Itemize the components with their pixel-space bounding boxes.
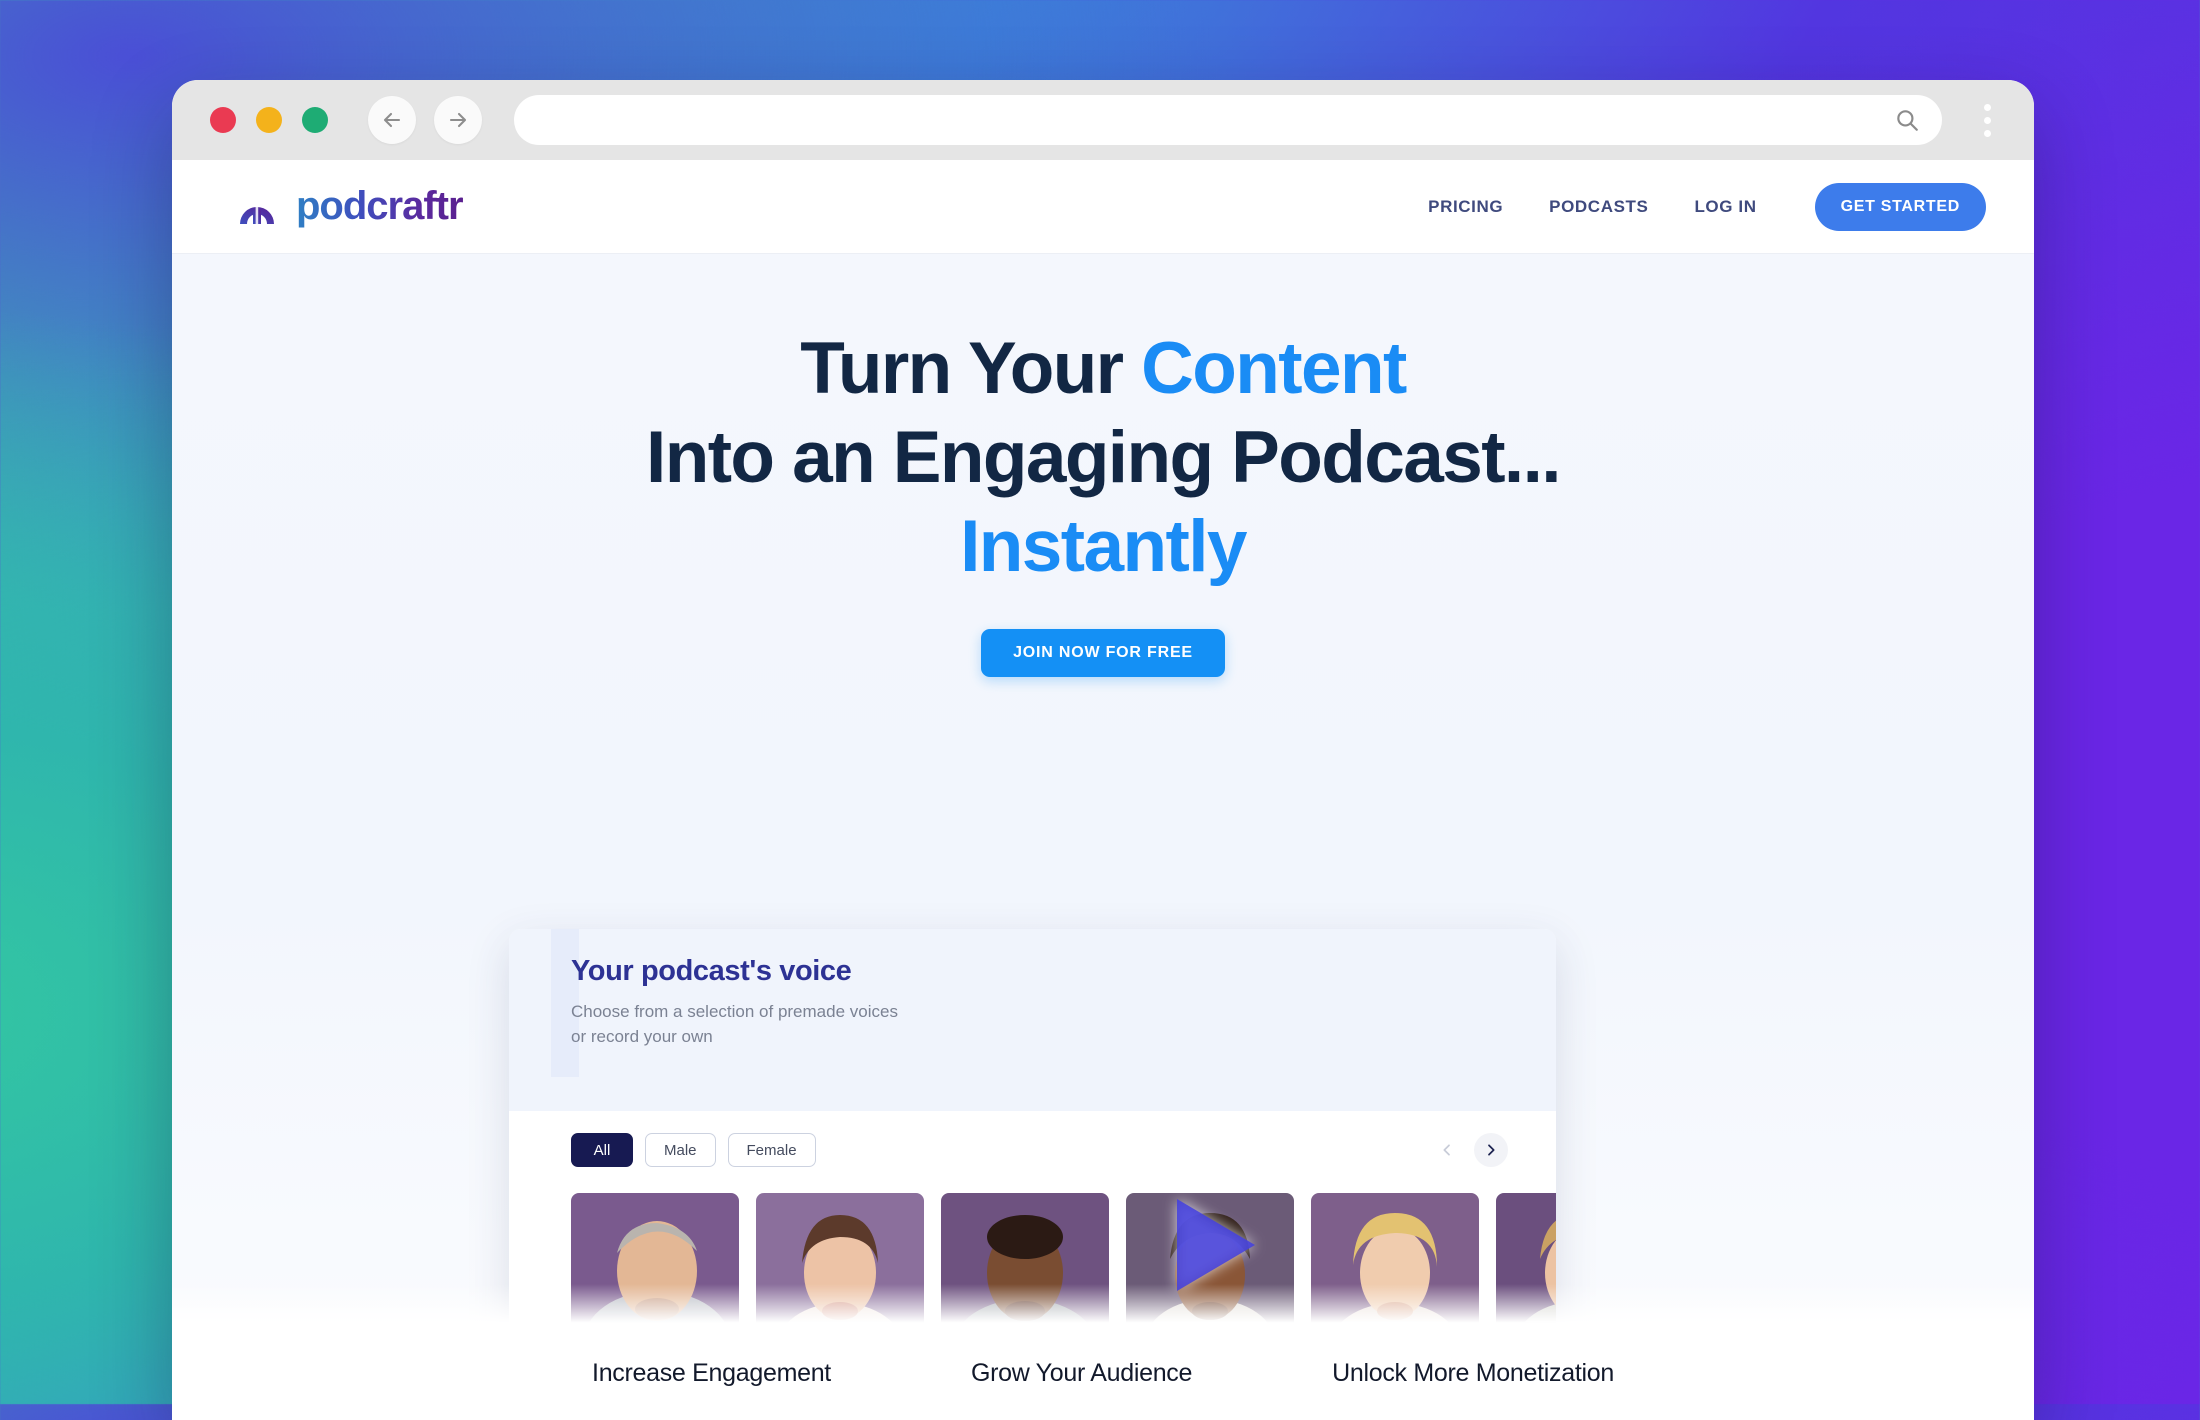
carousel-next-button[interactable] <box>1474 1133 1508 1167</box>
nav-link-podcasts[interactable]: PODCASTS <box>1549 197 1648 217</box>
get-started-button[interactable]: GET STARTED <box>1814 182 1986 231</box>
brand-name: podcraftr <box>296 184 464 228</box>
headline-part-a: Turn Your <box>800 328 1142 409</box>
hero-section: Turn Your Content Into an Engaging Podca… <box>172 254 2034 1420</box>
browser-menu-button[interactable] <box>1970 95 2004 145</box>
arrow-left-icon <box>383 112 401 128</box>
kebab-dot <box>1983 116 1991 124</box>
voice-filter-group: All Male Female <box>571 1133 1508 1167</box>
page-title: Turn Your Content Into an Engaging Podca… <box>172 332 2034 583</box>
carousel-prev-button[interactable] <box>1430 1133 1464 1167</box>
browser-toolbar <box>172 80 2034 160</box>
nav-link-pricing[interactable]: PRICING <box>1428 197 1503 217</box>
brand-logo[interactable]: podcraftr <box>234 184 464 230</box>
filter-male[interactable]: Male <box>645 1133 716 1167</box>
window-traffic-lights <box>210 107 328 133</box>
join-now-button[interactable]: JOIN NOW FOR FREE <box>981 629 1225 677</box>
back-button[interactable] <box>368 96 416 144</box>
primary-nav: PRICING PODCASTS LOG IN GET STARTED <box>1428 182 1986 231</box>
address-bar[interactable] <box>514 95 1942 145</box>
search-icon[interactable] <box>1894 107 1920 133</box>
headline-accent-content: Content <box>1141 328 1407 409</box>
feature-unlock-monetization: Unlock More Monetization <box>1332 1358 1614 1387</box>
chevron-right-icon <box>1488 1144 1495 1156</box>
nav-link-login[interactable]: LOG IN <box>1694 197 1756 217</box>
arrow-right-icon <box>449 112 467 128</box>
voice-panel-title: Your podcast's voice <box>571 955 852 987</box>
chevron-left-icon <box>1443 1144 1450 1156</box>
site-header: podcraftr PRICING PODCASTS LOG IN GET ST… <box>172 160 2034 254</box>
voice-panel-header: Your podcast's voice Choose from a selec… <box>509 929 1556 1111</box>
close-window-button[interactable] <box>210 107 236 133</box>
headline-line-3: Instantly <box>960 506 1247 587</box>
headline-line-2: Into an Engaging Podcast... <box>646 417 1562 498</box>
feature-row: Increase Engagement Grow Your Audience U… <box>172 1326 2034 1420</box>
maximize-window-button[interactable] <box>302 107 328 133</box>
forward-button[interactable] <box>434 96 482 144</box>
filter-female[interactable]: Female <box>727 1133 816 1167</box>
url-input[interactable] <box>536 109 1894 131</box>
hero-cta-wrap: JOIN NOW FOR FREE <box>172 629 2034 677</box>
podcraftr-arch-logo-icon <box>240 204 274 224</box>
feature-grow-audience: Grow Your Audience <box>970 1358 1193 1387</box>
voice-panel-subtitle: Choose from a selection of premade voice… <box>571 1002 898 1046</box>
play-cursor-overlay <box>1177 1199 1255 1291</box>
webpage: podcraftr PRICING PODCASTS LOG IN GET ST… <box>172 160 2034 1420</box>
minimize-window-button[interactable] <box>256 107 282 133</box>
kebab-dot <box>1983 103 1991 111</box>
filter-all[interactable]: All <box>571 1133 633 1167</box>
content-fade-overlay <box>172 1284 2034 1326</box>
browser-window: podcraftr PRICING PODCASTS LOG IN GET ST… <box>172 80 2034 1420</box>
kebab-dot <box>1983 129 1991 137</box>
carousel-controls <box>1430 1133 1508 1167</box>
headline-line-1: Turn Your Content <box>172 332 2034 405</box>
feature-increase-engagement: Increase Engagement <box>592 1358 831 1387</box>
